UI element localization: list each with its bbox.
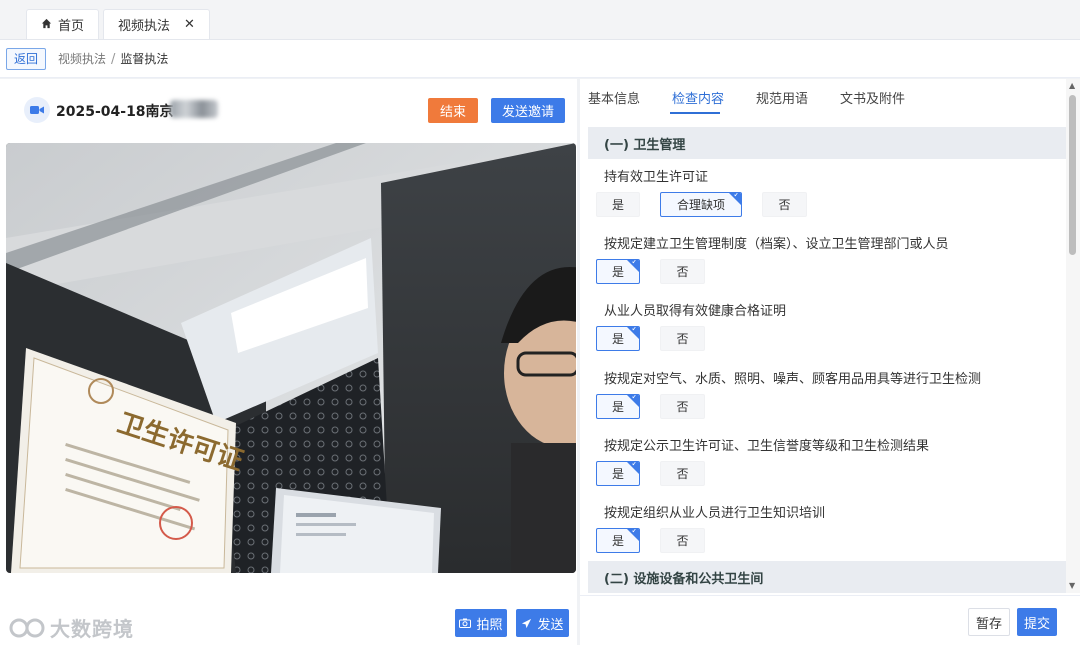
home-icon xyxy=(41,18,52,32)
breadcrumb: 视频执法 / 监督执法 xyxy=(58,50,168,67)
option-yes[interactable]: 是 xyxy=(596,528,640,553)
option-no[interactable]: 否 xyxy=(660,528,705,553)
option-yes[interactable]: 是 xyxy=(596,259,640,284)
breadcrumb-item-current: 监督执法 xyxy=(120,52,169,66)
inspection-form: (一) 卫生管理 持有效卫生许可证 是 合理缺项 否 按规定建立卫生管理制度（档… xyxy=(580,117,1066,593)
tab-basic-info[interactable]: 基本信息 xyxy=(588,88,640,107)
option-no[interactable]: 否 xyxy=(660,259,705,284)
option-no[interactable]: 否 xyxy=(660,394,705,419)
active-tab-indicator xyxy=(670,112,720,114)
video-frame-image: 卫生许可证 xyxy=(6,143,576,573)
video-feed: 卫生许可证 xyxy=(6,143,576,573)
option-yes[interactable]: 是 xyxy=(596,326,640,351)
option-yes[interactable]: 是 xyxy=(596,461,640,486)
option-no[interactable]: 否 xyxy=(660,326,705,351)
tab-home-label: 首页 xyxy=(58,19,85,34)
option-not-applicable[interactable]: 合理缺项 xyxy=(660,192,742,217)
send-invite-button[interactable]: 发送邀请 xyxy=(491,98,565,123)
section-header-hygiene-management: (一) 卫生管理 xyxy=(588,127,1066,159)
option-yes[interactable]: 是 xyxy=(596,192,640,217)
session-title: 2025-04-18南京 xyxy=(56,104,174,120)
back-button[interactable]: 返回 xyxy=(6,47,47,70)
breadcrumb-bar: 返回 视频执法 / 监督执法 xyxy=(0,40,1080,78)
option-yes[interactable]: 是 xyxy=(596,394,640,419)
camera-icon xyxy=(459,618,472,628)
end-call-button[interactable]: 结束 xyxy=(428,98,478,123)
tab-video-enforcement-label: 视频执法 xyxy=(118,19,171,34)
top-tab-bar: 首页 视频执法 ✕ xyxy=(0,0,1080,40)
inspection-tabs: 基本信息 检查内容 规范用语 文书及附件 xyxy=(580,79,1080,117)
option-no[interactable]: 否 xyxy=(660,461,705,486)
submit-button[interactable]: 提交 xyxy=(1017,608,1057,636)
inspection-panel: 基本信息 检查内容 规范用语 文书及附件 (一) 卫生管理 持有效卫生许可证 是… xyxy=(580,79,1080,645)
question-label: 按规定组织从业人员进行卫生知识培训 xyxy=(604,506,826,521)
question-label: 持有效卫生许可证 xyxy=(604,170,709,185)
option-no[interactable]: 否 xyxy=(762,192,807,217)
watermark-text: 大数跨境 xyxy=(50,617,134,641)
send-icon xyxy=(522,618,532,628)
send-label: 发送 xyxy=(537,617,564,633)
breadcrumb-item-video[interactable]: 视频执法 xyxy=(58,52,106,66)
save-draft-button[interactable]: 暂存 xyxy=(968,608,1010,636)
redacted-name xyxy=(170,100,218,118)
video-panel-header: 2025-04-18南京 结束 发送邀请 xyxy=(0,79,577,141)
tab-standard-language[interactable]: 规范用语 xyxy=(756,88,808,107)
watermark: 大数跨境 xyxy=(8,613,134,642)
question-label: 从业人员取得有效健康合格证明 xyxy=(604,304,787,319)
video-panel-footer: 大数跨境 拍照 发送 xyxy=(0,603,577,645)
scrollbar-thumb[interactable] xyxy=(1069,95,1076,255)
scroll-down-icon[interactable]: ▼ xyxy=(1069,581,1075,590)
question-label: 按规定对空气、水质、照明、噪声、顾客用品用具等进行卫生检测 xyxy=(604,372,982,387)
tab-video-enforcement[interactable]: 视频执法 ✕ xyxy=(103,9,210,39)
breadcrumb-separator: / xyxy=(111,52,116,67)
close-icon[interactable]: ✕ xyxy=(184,17,195,32)
video-panel: 2025-04-18南京 结束 发送邀请 卫生许可证 大数跨境 拍照 发送 xyxy=(0,79,577,645)
video-camera-icon xyxy=(24,97,50,123)
form-footer: 暂存 提交 xyxy=(580,595,1080,645)
tab-inspection-content[interactable]: 检查内容 xyxy=(672,88,724,107)
take-photo-label: 拍照 xyxy=(476,617,503,633)
tab-home[interactable]: 首页 xyxy=(26,9,100,39)
scrollbar[interactable]: ▲ ▼ xyxy=(1066,79,1080,593)
watermark-logo-icon xyxy=(9,618,45,637)
send-button[interactable]: 发送 xyxy=(516,609,569,637)
question-label: 按规定建立卫生管理制度（档案）、设立卫生管理部门或人员 xyxy=(604,237,949,252)
tab-documents-attachments[interactable]: 文书及附件 xyxy=(840,88,905,107)
scroll-up-icon[interactable]: ▲ xyxy=(1069,81,1075,90)
question-label: 按规定公示卫生许可证、卫生信誉度等级和卫生检测结果 xyxy=(604,439,930,454)
take-photo-button[interactable]: 拍照 xyxy=(455,609,507,637)
section-header-facilities: (二) 设施设备和公共卫生间 xyxy=(588,561,1066,593)
